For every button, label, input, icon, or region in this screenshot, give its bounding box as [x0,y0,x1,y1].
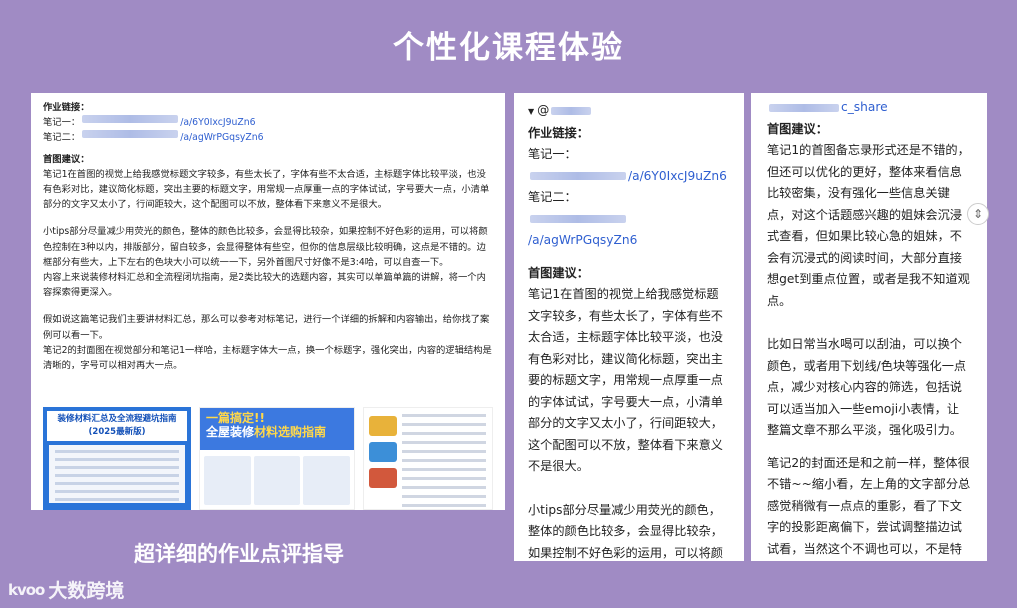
caret-down-icon: ▼ [528,107,535,116]
feedback-document-left: 作业链接： 笔记一： /a/6Y0IxcJ9uZn6 笔记二： /a/agWrP… [31,93,505,510]
blurred-username [551,106,592,115]
feedback-paragraph: 假如说这篇笔记我们主要讲材料汇总，那么可以参考对标笔记，进行一个详细的拆解和内容… [43,314,490,341]
homework-links-heading: 作业链接： [528,125,589,140]
note2-link[interactable]: /a/agWrPGqsyZn6 [528,209,730,252]
mention-row: ▼ @ [528,100,730,123]
feedback-paragraph: 比如日常当水喝可以刮油，可以换个颜色，或者用下划线/色块等强化一点点，减少对核心… [767,337,967,437]
homework-links-heading: 作业链接： [43,102,90,113]
share-link[interactable]: c_share [767,97,971,119]
feedback-paragraph: 笔记1的首图备忘录形式还是不错的，但还可以优化的更好，整体来看信息比较密集，没有… [767,143,970,308]
thumbnail-note1[interactable]: 装修材料汇总及全流程避坑指南 (2025最新版) [43,407,191,510]
feedback-paragraph: 笔记1在首图的视觉上给我感觉标题文字较多，有些太长了，字体有些不太合适，主标题字… [43,168,490,211]
thumbnail-note3[interactable] [363,407,493,510]
scroll-icon[interactable]: ⇕ [967,203,989,225]
feedback-paragraph: 小tips部分尽量减少用荧光的颜色，整体的颜色比较多，会显得比较杂，如果控制不好… [528,502,723,560]
feedback-chat-right: c_share 首图建议： 笔记1的首图备忘录形式还是不错的，但还可以优化的更好… [751,93,987,561]
caption: 超详细的作业点评指导 [134,542,344,566]
feedback-paragraph: 笔记2的封面图在视觉部分和笔记1一样哈，主标题字体大一点，换一个标题字，强化突出… [43,344,492,372]
feedback-paragraph: 内容上来说装修材料汇总和全流程闭坑指南，是2类比较大的选题内容，其实可以单篇单篇… [43,272,486,299]
logo-text: 大数跨境 [48,580,125,602]
cover-suggestion-heading: 首图建议： [528,265,589,280]
cover-suggestion-heading: 首图建议： [43,153,90,165]
feedback-paragraph: 笔记1在首图的视觉上给我感觉标题文字较多，有些太长了，字体有些不太合适，主标题字… [528,287,723,473]
feedback-chat-middle: ▼ @ 作业链接： 笔记一： /a/6Y0IxcJ9uZn6 笔记二： /a/ag… [514,93,744,561]
logo-mark: kvoo [8,580,45,599]
note1-link[interactable]: /a/6Y0IxcJ9uZn6 [180,115,255,130]
feedback-paragraph: 笔记2的封面还是和之前一样，整体很不错~~缩小看，左上角的文字部分总感觉稍微有一… [767,455,971,556]
blurred-url [82,115,179,124]
feedback-paragraph: 小tips部分尽量减少用荧光的颜色，整体的颜色比较多，会显得比较杂，如果控制不好… [43,226,488,268]
example-thumbnails: 装修材料汇总及全流程避坑指南 (2025最新版) 一篇搞定!! 全屋装修材料选购… [43,407,493,510]
image-placeholder [369,442,397,462]
note1-link[interactable]: /a/6Y0IxcJ9uZn6 [528,166,730,188]
image-placeholder [369,416,397,436]
brand-logo: kvoo 大数跨境 [8,576,124,603]
note2-link[interactable]: /a/agWrPGqsyZn6 [180,130,263,145]
thumbnail-note2[interactable]: 一篇搞定!! 全屋装修材料选购指南 [199,407,355,510]
cover-suggestion-heading: 首图建议： [767,121,828,136]
blurred-url [82,130,179,139]
note2-link-row[interactable]: 笔记二： /a/agWrPGqsyZn6 [43,130,493,145]
note1-link-row[interactable]: 笔记一： /a/6Y0IxcJ9uZn6 [43,115,493,130]
page-title: 个性化课程体验 [393,30,624,66]
image-placeholder [369,468,397,488]
